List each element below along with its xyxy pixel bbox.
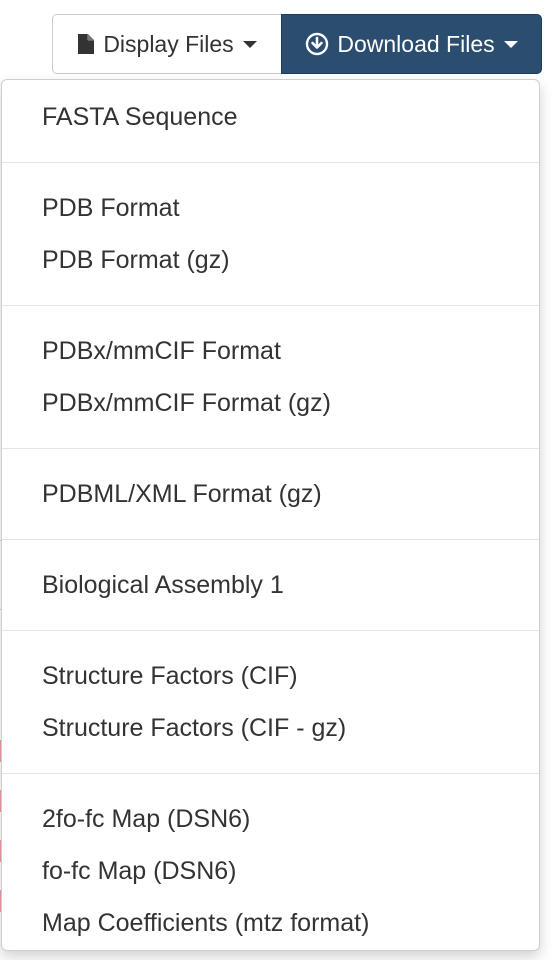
file-actions-button-group: Display Files Download Files <box>52 14 542 74</box>
menu-item-pdb-format-gz[interactable]: PDB Format (gz) <box>2 234 539 286</box>
menu-item-fasta-sequence[interactable]: FASTA Sequence <box>2 91 539 143</box>
caret-down-icon <box>242 40 257 48</box>
caret-down-icon <box>503 40 518 48</box>
download-files-dropdown-menu: FASTA Sequence PDB Format PDB Format (gz) P… <box>1 79 540 951</box>
menu-divider <box>2 773 539 774</box>
download-files-label: Download Files <box>337 30 495 57</box>
menu-divider <box>2 448 539 449</box>
menu-item-pdb-format[interactable]: PDB Format <box>2 182 539 234</box>
menu-item-pdbx-mmcif-format[interactable]: PDBx/mmCIF Format <box>2 325 539 377</box>
display-files-label: Display Files <box>103 30 234 57</box>
download-circle-icon <box>305 32 329 56</box>
menu-item-structure-factors-cif[interactable]: Structure Factors (CIF) <box>2 650 539 702</box>
file-icon <box>77 33 95 55</box>
menu-item-map-coefficients-mtz-format[interactable]: Map Coefficients (mtz format) <box>2 897 539 949</box>
menu-divider <box>2 162 539 163</box>
menu-item-pdbx-mmcif-format-gz[interactable]: PDBx/mmCIF Format (gz) <box>2 377 539 429</box>
display-files-button[interactable]: Display Files <box>52 14 281 74</box>
menu-item-fo-fc-map-dsn6[interactable]: fo-fc Map (DSN6) <box>2 845 539 897</box>
menu-item-2fo-fc-map-dsn6[interactable]: 2fo-fc Map (DSN6) <box>2 793 539 845</box>
page: Display Files Download Files FASTA Seque… <box>0 0 556 960</box>
menu-item-biological-assembly-1[interactable]: Biological Assembly 1 <box>2 559 539 611</box>
menu-item-pdbml-xml-format-gz[interactable]: PDBML/XML Format (gz) <box>2 468 539 520</box>
menu-item-structure-factors-cif-gz[interactable]: Structure Factors (CIF - gz) <box>2 702 539 754</box>
download-files-button[interactable]: Download Files <box>281 14 542 74</box>
menu-divider <box>2 539 539 540</box>
menu-divider <box>2 630 539 631</box>
menu-divider <box>2 305 539 306</box>
